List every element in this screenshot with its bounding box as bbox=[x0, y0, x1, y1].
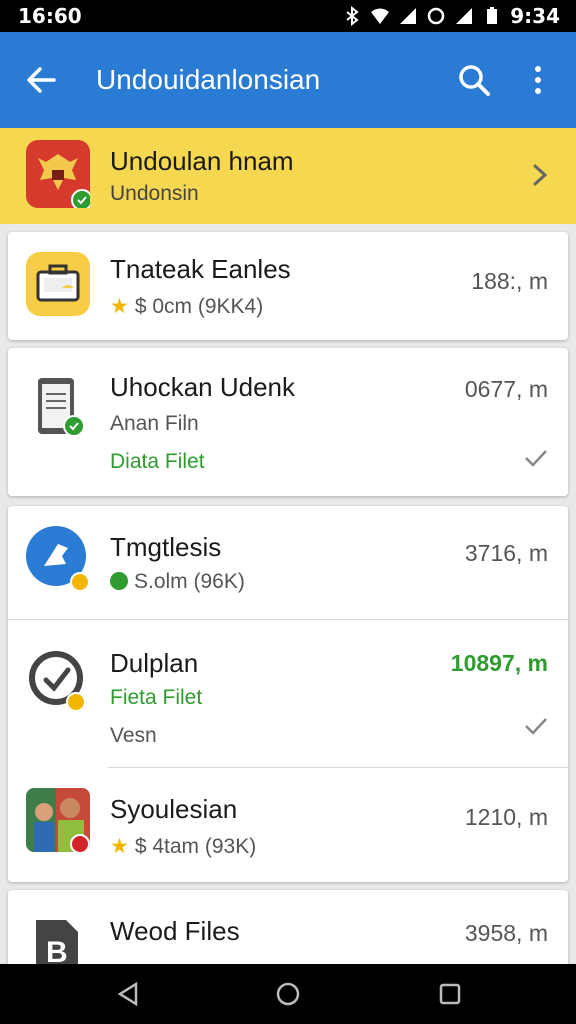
item-status: Diata Filet bbox=[110, 450, 205, 473]
item-name: Syoulesian bbox=[110, 794, 238, 824]
item-status: Fieta Filet bbox=[110, 686, 203, 709]
list-item[interactable]: Uhockan Udenk Anan Filn Diata Filet 0677… bbox=[8, 348, 568, 496]
banner-subtitle: Undonsin bbox=[110, 182, 199, 205]
status-clock-right: 9:34 bbox=[510, 4, 560, 28]
item-meta-text: $ 4tam (93K) bbox=[134, 835, 257, 858]
signal-icon bbox=[400, 8, 417, 24]
nav-home-icon[interactable] bbox=[276, 982, 300, 1006]
emblem-icon bbox=[26, 140, 93, 211]
star-icon: ★ bbox=[110, 835, 129, 858]
item-meta: S.olm (96K) bbox=[110, 570, 245, 594]
star-icon: ★ bbox=[110, 295, 129, 318]
item-name: Weod Files bbox=[110, 916, 240, 946]
featured-banner[interactable]: Undoulan hnam Undonsin bbox=[0, 128, 576, 224]
item-meta: Vesn bbox=[110, 724, 157, 747]
item-meta-text: $ 0cm (9KK4) bbox=[134, 295, 264, 318]
item-size: 0677, m bbox=[464, 376, 548, 402]
check-icon bbox=[525, 718, 547, 735]
check-icon bbox=[525, 450, 547, 467]
app-bar: Undouidanlonsian bbox=[0, 32, 576, 128]
more-options-icon[interactable] bbox=[526, 62, 550, 98]
item-name: Tnateak Eanles bbox=[110, 254, 291, 284]
item-size: 3958, m bbox=[464, 920, 548, 946]
clipboard-icon bbox=[26, 374, 90, 438]
list-item[interactable]: Tmgtlesis S.olm (96K) 3716, m bbox=[8, 506, 568, 620]
briefcase-icon bbox=[26, 252, 90, 316]
search-icon[interactable] bbox=[456, 62, 492, 98]
timer-check-icon bbox=[26, 646, 90, 712]
item-size: 10897, m bbox=[450, 650, 548, 676]
list-item[interactable]: Tnateak Eanles ★ $ 0cm (9KK4) 188:, m bbox=[8, 232, 568, 340]
item-meta: Anan Filn bbox=[110, 412, 199, 435]
banner-title: Undoulan hnam bbox=[110, 146, 294, 176]
item-size: 188:, m bbox=[471, 268, 548, 294]
list-item[interactable]: Syoulesian ★ $ 4tam (93K) 1210, m bbox=[8, 768, 568, 882]
nav-recents-icon[interactable] bbox=[438, 982, 462, 1006]
item-meta: ★ $ 0cm (9KK4) bbox=[110, 294, 263, 319]
item-size: 3716, m bbox=[464, 540, 548, 566]
file-card-1: Tnateak Eanles ★ $ 0cm (9KK4) 188:, m bbox=[8, 232, 568, 340]
sync-icon bbox=[428, 7, 445, 25]
item-name: Uhockan Udenk bbox=[110, 372, 295, 402]
chevron-right-icon[interactable] bbox=[528, 160, 552, 190]
list-item[interactable]: Dulplan Fieta Filet Vesn 10897, m bbox=[8, 620, 568, 768]
navigation-bar bbox=[0, 964, 576, 1024]
signal-icon-2 bbox=[456, 8, 473, 24]
item-meta: ★ $ 4tam (93K) bbox=[110, 834, 256, 859]
file-card-2: Uhockan Udenk Anan Filn Diata Filet 0677… bbox=[8, 348, 568, 496]
file-card-3: Tmgtlesis S.olm (96K) 3716, m Dulplan Fi… bbox=[8, 506, 568, 882]
rocket-icon bbox=[26, 526, 90, 592]
nav-back-icon[interactable] bbox=[116, 982, 140, 1006]
back-arrow-icon[interactable] bbox=[24, 62, 60, 98]
status-icons: 9:34 bbox=[342, 4, 560, 28]
item-name: Dulplan bbox=[110, 648, 199, 678]
status-bar: 16:60 9:34 bbox=[0, 0, 576, 32]
item-meta-text: S.olm (96K) bbox=[134, 570, 245, 593]
bluetooth-icon bbox=[346, 6, 359, 26]
photo-thumbnail-icon bbox=[26, 788, 90, 852]
app-title: Undouidanlonsian bbox=[96, 64, 321, 95]
wifi-icon bbox=[371, 8, 390, 24]
battery-icon bbox=[487, 7, 498, 24]
status-time: 16:60 bbox=[18, 4, 82, 28]
item-size: 1210, m bbox=[464, 804, 548, 830]
item-name: Tmgtlesis bbox=[110, 532, 222, 562]
verified-icon bbox=[110, 572, 128, 590]
